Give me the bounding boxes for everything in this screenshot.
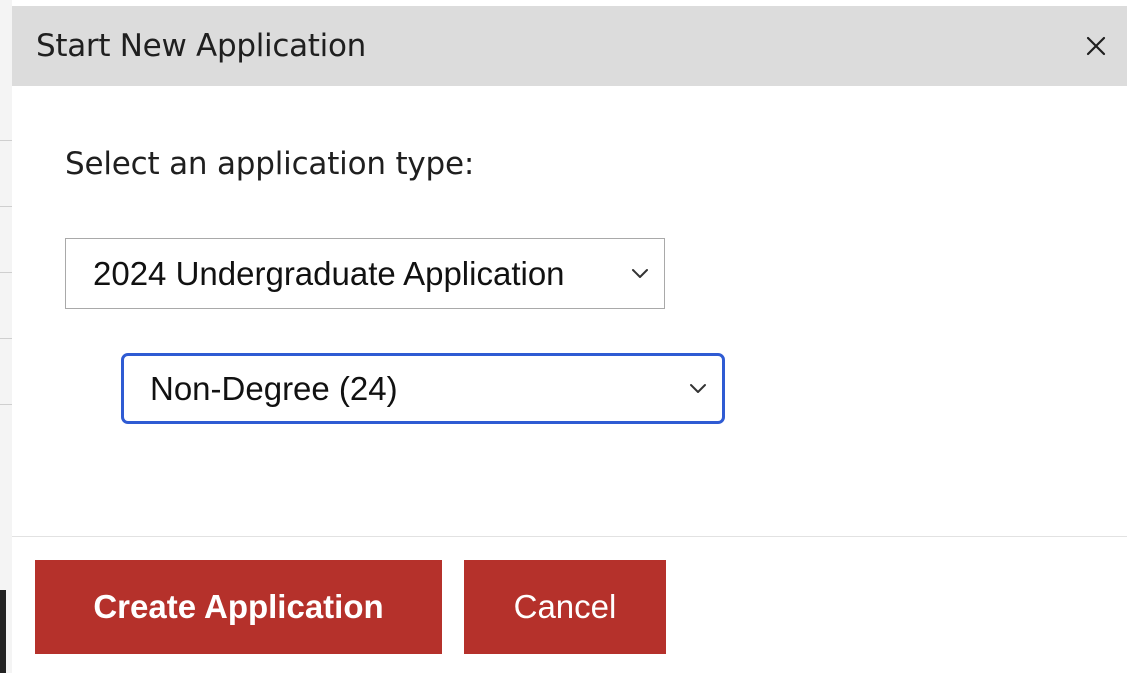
close-button[interactable] bbox=[1081, 28, 1111, 64]
chevron-down-icon bbox=[690, 383, 706, 393]
program-type-value: Non-Degree (24) bbox=[150, 369, 398, 407]
close-icon bbox=[1086, 36, 1106, 56]
application-type-value: 2024 Undergraduate Application bbox=[93, 254, 565, 292]
dialog-title: Start New Application bbox=[36, 28, 366, 64]
application-type-label: Select an application type: bbox=[65, 146, 475, 182]
page: Start New Application Select an applicat… bbox=[0, 0, 1127, 673]
dialog-body: Select an application type: 2024 Undergr… bbox=[12, 86, 1127, 536]
create-application-button[interactable]: Create Application bbox=[35, 560, 442, 654]
start-new-application-dialog: Start New Application Select an applicat… bbox=[12, 0, 1127, 673]
application-type-select[interactable]: 2024 Undergraduate Application bbox=[65, 238, 665, 309]
program-type-select[interactable]: Non-Degree (24) bbox=[121, 353, 725, 424]
cancel-button[interactable]: Cancel bbox=[464, 560, 666, 654]
dialog-footer: Create Application Cancel bbox=[12, 537, 1127, 673]
dialog-header: Start New Application bbox=[12, 6, 1127, 86]
chevron-down-icon bbox=[632, 268, 648, 278]
